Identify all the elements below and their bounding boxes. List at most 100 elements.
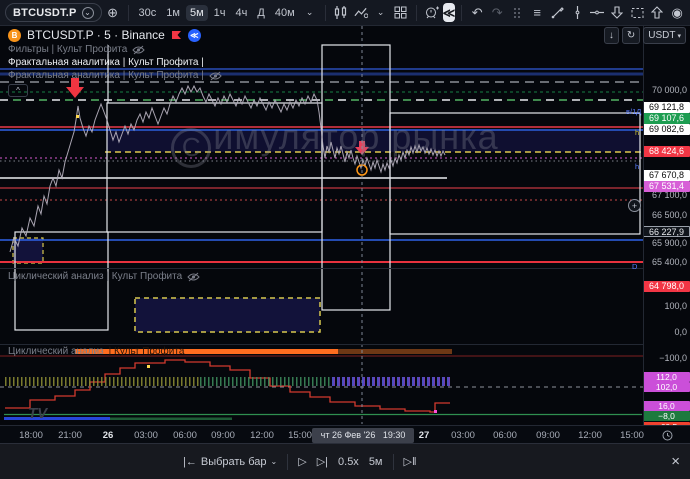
play-button[interactable]: ▷: [298, 455, 306, 468]
bar-replay-button-active[interactable]: ≪: [443, 3, 456, 22]
eye-hidden-icon[interactable]: [187, 272, 200, 282]
level-tag-h: h: [635, 162, 639, 171]
reset-chart-button[interactable]: ↻: [622, 27, 640, 44]
replay-interval-button[interactable]: 5м: [369, 456, 383, 468]
indicator-label: Фрактальная аналитика | Культ Профита |: [8, 70, 204, 81]
red-flag-icon[interactable]: [171, 30, 182, 41]
timezone-clock-icon[interactable]: [662, 430, 673, 441]
arrow-up-tool-button[interactable]: [648, 3, 666, 23]
redo-button[interactable]: ↷: [488, 3, 506, 23]
arrow-down-tool-button[interactable]: [608, 3, 626, 23]
layout-grid-button[interactable]: [392, 3, 410, 23]
time-label: 03:00: [451, 430, 475, 441]
jump-to-end-button[interactable]: ▷‖: [404, 455, 417, 468]
pane2-scale-label: −100,0: [643, 353, 690, 364]
time-label: 09:00: [211, 430, 235, 441]
interval-1h[interactable]: 1ч: [210, 5, 230, 21]
legend-indicator-fractal-active[interactable]: Фрактальная аналитика | Культ Профита |: [8, 56, 222, 69]
step-forward-button[interactable]: ▷|: [317, 455, 328, 468]
level-tag-h: h: [635, 128, 639, 137]
replay-toolbar: |← Выбрать бар ⌄ ▷ ▷| 0.5x 5м ▷‖ ×: [0, 443, 690, 479]
pane2-legend[interactable]: Циклический анализ | Культ Профита: [8, 271, 200, 282]
indicator-label-highlighted: | Культ Профита: [109, 346, 185, 357]
symbol-search-button[interactable]: BTCUSDT.P ⌄: [5, 3, 102, 22]
download-button[interactable]: ↓: [604, 27, 619, 44]
legend-indicator-filters[interactable]: Фильтры | Культ Профита: [8, 43, 222, 56]
pane-separator[interactable]: [0, 268, 690, 269]
currency-selector-button[interactable]: USDT ▾: [643, 27, 686, 44]
horizontal-line-tool-button[interactable]: [588, 3, 606, 23]
compare-add-button[interactable]: ⊕: [104, 3, 122, 23]
watermark-circle-letter: С: [171, 128, 211, 168]
eye-hidden-icon[interactable]: [209, 71, 222, 81]
pane2-scale-label: 100,0: [643, 301, 690, 312]
arrow-up-icon: [651, 6, 663, 19]
pane3-badge: 112,0: [643, 372, 690, 382]
price-badge-white: 69 121,8: [643, 102, 690, 113]
record-button[interactable]: ◉: [668, 3, 686, 23]
brush-button[interactable]: [548, 3, 566, 23]
close-replay-button[interactable]: ×: [671, 453, 680, 470]
undo-button[interactable]: ↶: [468, 3, 486, 23]
last-price-badge: 69 107,6: [643, 113, 690, 124]
crosshair-time-badge: чт 26 Фев '26 19:30: [312, 428, 414, 443]
level-tag-d: D: [632, 262, 637, 271]
add-alert-plus-icon[interactable]: +: [628, 199, 641, 212]
price-badge-white: 67 670,8: [643, 170, 690, 181]
tradingview-app: BTCUSDT.P ⌄ ⊕ 30с 1м 5м 1ч 4ч Д 40м ⌄ ⌄ …: [0, 0, 690, 479]
pane3-badge: 16,0: [643, 401, 690, 411]
time-label: 03:00: [134, 430, 158, 441]
time-label: 06:00: [493, 430, 517, 441]
interval-5m-active[interactable]: 5м: [186, 5, 208, 21]
pane3-badge: −8,0: [643, 411, 690, 421]
chart-type-button[interactable]: [332, 3, 350, 23]
pane3-legend[interactable]: Циклический анализ | Культ Профита: [8, 346, 184, 357]
alert-button[interactable]: [423, 3, 441, 23]
indicator-label: Циклический анализ: [8, 346, 104, 357]
currency-label: USDT: [648, 30, 675, 41]
interval-1m[interactable]: 1м: [162, 5, 184, 21]
chevron-down-icon: ⌄: [271, 457, 278, 466]
interval-30s[interactable]: 30с: [135, 5, 161, 21]
interval-1d[interactable]: Д: [253, 5, 268, 21]
interval-chevron-icon[interactable]: ⌄: [301, 3, 319, 23]
speed-button[interactable]: 0.5x: [338, 456, 359, 468]
indicators-chevron-icon[interactable]: ⌄: [372, 3, 390, 23]
price-badge-red: 64 798,0: [643, 281, 690, 292]
pane-separator[interactable]: [0, 344, 690, 345]
eye-hidden-icon[interactable]: [132, 45, 145, 55]
select-bar-button[interactable]: |← Выбрать бар ⌄: [183, 456, 277, 468]
legend-indicator-fractal-hidden[interactable]: Фрактальная аналитика | Культ Профита |: [8, 69, 222, 82]
scale-border: [643, 25, 644, 425]
indicators-button[interactable]: [352, 3, 370, 23]
arrow-down-icon: [611, 6, 623, 19]
demand-zone-box-small: [13, 238, 43, 263]
replay-controls: |← Выбрать бар ⌄ ▷ ▷| 0.5x 5м ▷‖: [183, 454, 417, 470]
time-label: 06:00: [173, 430, 197, 441]
brush-icon: [551, 6, 564, 19]
ribbon-olive: [5, 377, 200, 386]
horizontal-line-icon: [590, 8, 604, 17]
interval-40m[interactable]: 40м: [271, 5, 299, 21]
interval-4h[interactable]: 4ч: [232, 5, 252, 21]
time-label: 15:00: [288, 430, 312, 441]
demand-zone-box-large: [135, 298, 320, 332]
marquee-tool-button[interactable]: [628, 3, 646, 23]
vertical-line-tool-button[interactable]: [568, 3, 586, 23]
time-label: 09:00: [536, 430, 560, 441]
replay-divider: [287, 454, 288, 470]
time-axis[interactable]: 18:00 21:00 26 03:00 06:00 09:00 12:00 1…: [0, 425, 690, 443]
drawing-palette-handle[interactable]: [508, 3, 526, 23]
object-tree-button[interactable]: ≡: [528, 3, 546, 23]
crosshair-price-badge: 66 227,9: [643, 226, 690, 237]
scale-label: 65 900,0: [643, 238, 690, 249]
symbol-menu-icon[interactable]: ⌄: [82, 7, 94, 19]
price-badge-pink: 67 531,4: [643, 181, 690, 192]
toolbar-border: [0, 25, 690, 26]
select-bar-label: Выбрать бар: [201, 456, 267, 468]
ribbon-green: [200, 377, 332, 386]
legend-symbol-title[interactable]: BTCUSDT.P · 5 · Binance: [27, 28, 165, 42]
price-scale[interactable]: 70 000,0 67 100,0 66 500,0 65 900,0 65 4…: [643, 25, 690, 425]
pane-collapse-button[interactable]: ^: [8, 84, 28, 97]
legend-symbol-row[interactable]: B BTCUSDT.P · 5 · Binance ≪: [8, 27, 222, 43]
